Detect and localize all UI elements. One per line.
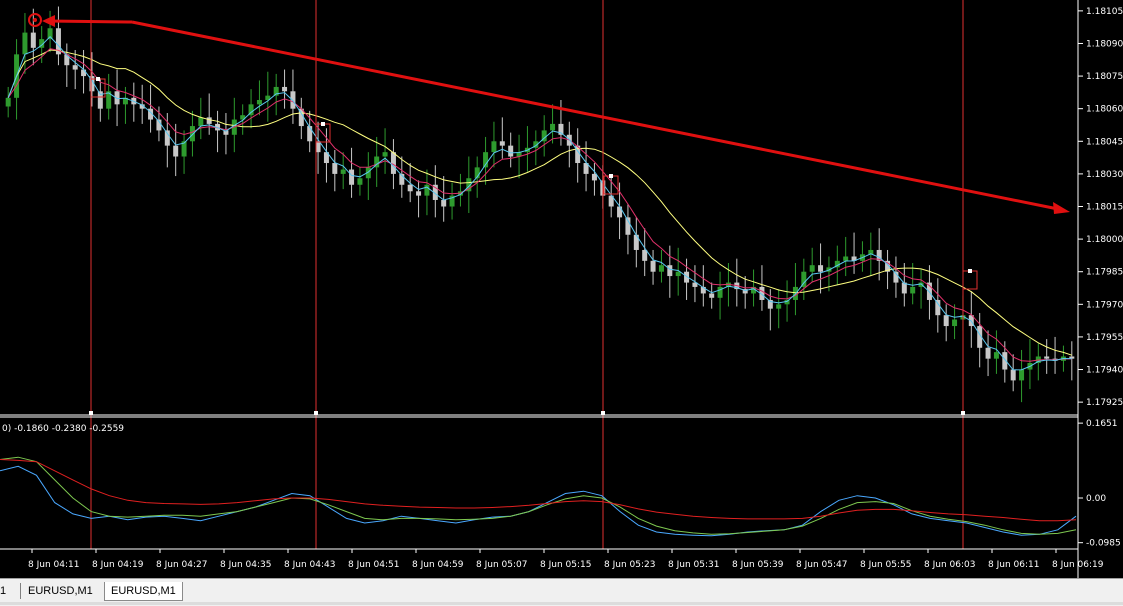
pointer-arrow-line[interactable] bbox=[47, 19, 133, 24]
price-tick-label: 1.18060 bbox=[1086, 105, 1123, 115]
price-tick-label: 1.18105 bbox=[1086, 7, 1123, 17]
time-tick-label: 8 Jun 04:51 bbox=[348, 560, 399, 570]
tab-chart-active[interactable]: EURUSD,M1 bbox=[104, 582, 183, 601]
candle-body bbox=[198, 117, 204, 127]
signal-dot bbox=[968, 269, 972, 273]
candle-body bbox=[30, 32, 36, 48]
candle-body bbox=[499, 141, 505, 146]
time-tick-label: 8 Jun 06:03 bbox=[924, 560, 975, 570]
time-tick-label: 8 Jun 04:27 bbox=[156, 560, 207, 570]
candle-body bbox=[809, 265, 815, 272]
vertical-marker-handle[interactable] bbox=[89, 411, 93, 415]
time-tick-label: 8 Jun 04:35 bbox=[220, 560, 271, 570]
price-tick-label: 1.18000 bbox=[1086, 235, 1123, 245]
candle-body bbox=[667, 265, 673, 277]
candle-body bbox=[416, 191, 422, 196]
candle-body bbox=[441, 199, 447, 207]
price-tick-label: 1.18090 bbox=[1086, 39, 1123, 49]
candle-body bbox=[424, 184, 430, 196]
price-tick-label: 1.17925 bbox=[1086, 398, 1123, 408]
signal-dot bbox=[96, 77, 100, 81]
indicator-tick-label: 0.1651 bbox=[1086, 419, 1118, 429]
candle-body bbox=[72, 65, 78, 70]
vertical-marker-handle[interactable] bbox=[601, 411, 605, 415]
candle-body bbox=[918, 282, 924, 287]
candle-body bbox=[382, 152, 388, 157]
candle-body bbox=[340, 169, 346, 174]
candle-body bbox=[407, 184, 413, 192]
time-tick-label: 8 Jun 04:43 bbox=[284, 560, 335, 570]
time-tick-label: 8 Jun 04:59 bbox=[412, 560, 464, 570]
candle-body bbox=[993, 352, 999, 359]
signal-dot bbox=[321, 122, 325, 126]
time-tick-label: 8 Jun 04:19 bbox=[92, 560, 144, 570]
highlight-circle-dot bbox=[33, 18, 37, 22]
tab-separator bbox=[20, 583, 21, 599]
price-tick-label: 1.17940 bbox=[1086, 366, 1123, 376]
chart-area[interactable]: 1.18105 1.18090 1.18075 1.18060 1.18045 1.180… bbox=[0, 0, 1123, 578]
candle-body bbox=[818, 265, 824, 272]
candle-body bbox=[1019, 369, 1025, 381]
candle-body bbox=[1044, 356, 1050, 359]
candle-body bbox=[81, 69, 87, 77]
candle-body bbox=[307, 126, 313, 142]
time-tick-label: 8 Jun 05:55 bbox=[860, 560, 911, 570]
candle-body bbox=[390, 152, 396, 174]
candle-body bbox=[508, 145, 514, 157]
tab-chart-2[interactable]: EURUSD,M1 bbox=[28, 582, 93, 600]
candle-body bbox=[349, 169, 355, 185]
candle-body bbox=[843, 256, 849, 261]
time-tick-label: 8 Jun 05:23 bbox=[604, 560, 655, 570]
indicator-header: 0) -0.1860 -0.2380 -0.2559 bbox=[2, 424, 124, 434]
time-tick-label: 8 Jun 05:47 bbox=[796, 560, 847, 570]
candle-body bbox=[256, 99, 262, 105]
time-tick-label: 8 Jun 05:31 bbox=[668, 560, 719, 570]
time-tick-label: 8 Jun 06:19 bbox=[1052, 560, 1104, 570]
candle-body bbox=[47, 28, 53, 40]
candle-body bbox=[952, 319, 958, 327]
time-tick-label: 8 Jun 05:39 bbox=[732, 560, 784, 570]
time-tick-label: 8 Jun 05:07 bbox=[476, 560, 527, 570]
price-tick-label: 1.18075 bbox=[1086, 72, 1123, 82]
candle-body bbox=[658, 265, 664, 272]
candle-body bbox=[776, 304, 782, 309]
indicator-tick-label: -0.0985 bbox=[1086, 539, 1121, 549]
candle-body bbox=[332, 163, 338, 174]
indicator-tick-label: 0.00 bbox=[1086, 494, 1106, 504]
candle-body bbox=[617, 206, 623, 218]
candle-body bbox=[709, 293, 715, 298]
time-tick-label: 8 Jun 05:15 bbox=[540, 560, 591, 570]
price-tick-label: 1.18015 bbox=[1086, 203, 1123, 213]
tab-chart-1[interactable]: 1 bbox=[0, 582, 6, 600]
candle-body bbox=[206, 117, 212, 124]
time-tick-label: 8 Jun 06:11 bbox=[988, 560, 1039, 570]
candle-body bbox=[935, 299, 941, 316]
candle-body bbox=[282, 86, 288, 92]
price-tick-label: 1.17985 bbox=[1086, 268, 1123, 278]
candle-body bbox=[491, 141, 497, 153]
candle-body bbox=[357, 178, 363, 185]
candle-body bbox=[675, 271, 681, 277]
candle-body bbox=[173, 145, 179, 157]
candle-body bbox=[650, 260, 656, 272]
candle-body bbox=[943, 315, 949, 327]
price-tick-label: 1.17955 bbox=[1086, 333, 1123, 343]
candle-body bbox=[910, 286, 916, 294]
candle-body bbox=[5, 97, 11, 107]
time-tick-label: 8 Jun 04:11 bbox=[28, 560, 79, 570]
candle-body bbox=[642, 249, 648, 261]
candle-body bbox=[985, 347, 991, 359]
candle-body bbox=[22, 32, 28, 55]
signal-dot bbox=[609, 174, 613, 178]
vertical-marker-handle[interactable] bbox=[961, 411, 965, 415]
candle-body bbox=[189, 126, 195, 142]
price-tick-label: 1.17970 bbox=[1086, 300, 1123, 310]
candle-body bbox=[1010, 369, 1016, 381]
candle-body bbox=[550, 123, 556, 131]
vertical-marker-handle[interactable] bbox=[314, 411, 318, 415]
price-tick-label: 1.18030 bbox=[1086, 170, 1123, 180]
price-tick-label: 1.18045 bbox=[1086, 137, 1123, 147]
